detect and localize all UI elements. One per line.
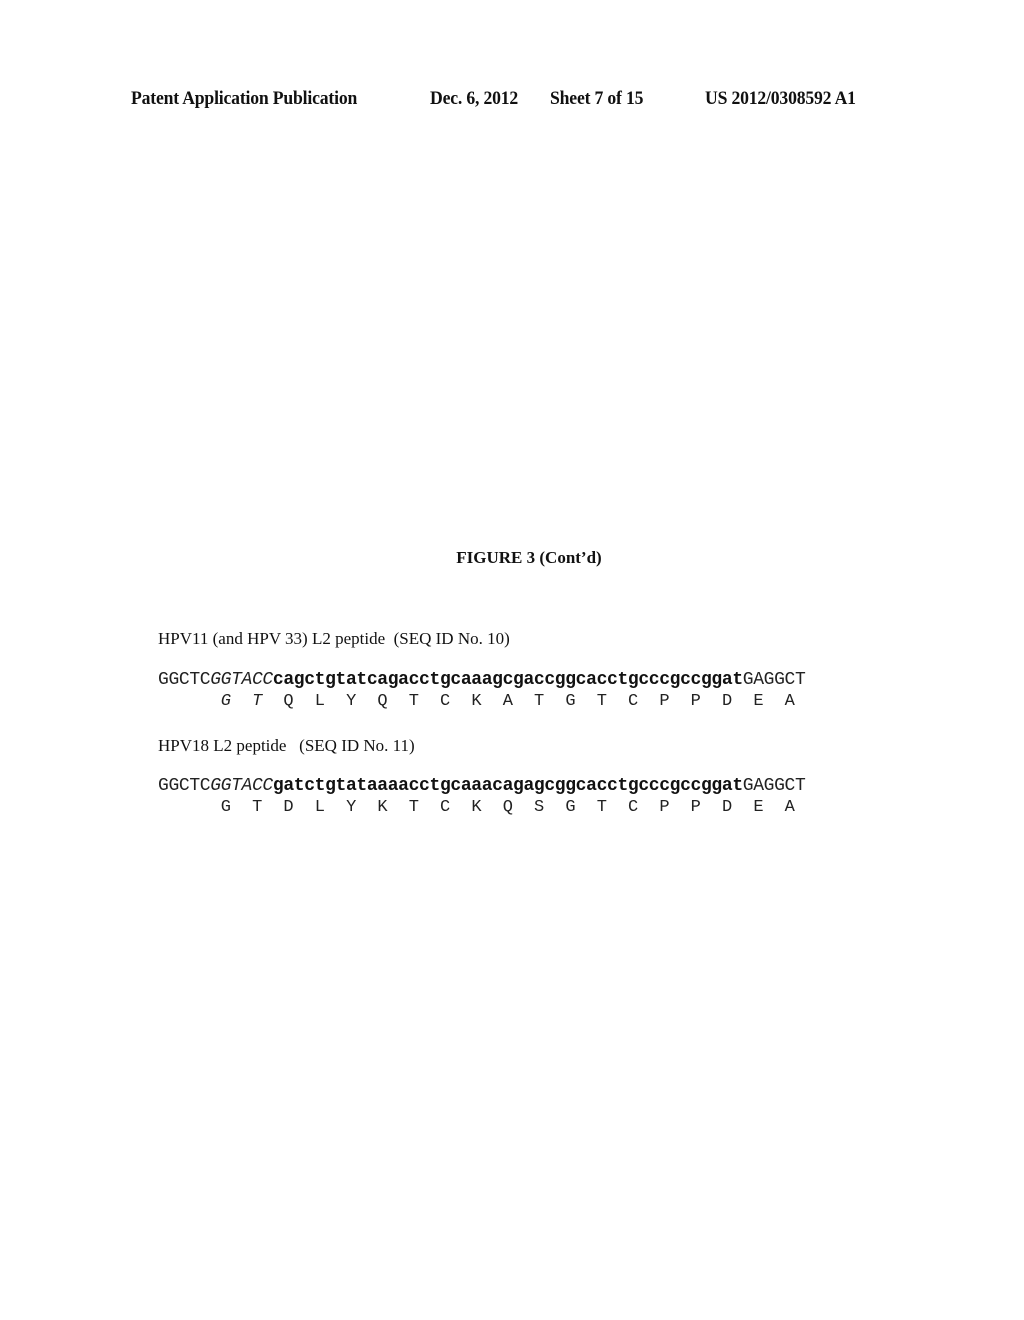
amino-acid-residue: P (690, 692, 701, 711)
amino-acid-residue: S (534, 798, 545, 817)
amino-acid-residue: G (220, 692, 231, 711)
amino-acid-residue: K (471, 692, 482, 711)
amino-acid-residue: C (628, 798, 639, 817)
publication-date: Dec. 6, 2012 (430, 88, 519, 109)
dna-prefix: GGCTC (158, 670, 211, 690)
amino-acid-residue: T (408, 692, 419, 711)
amino-acid-residue: P (690, 798, 701, 817)
amino-acid-residue: P (659, 798, 670, 817)
amino-acid-residue: E (753, 798, 764, 817)
restriction-site: GGTACC (210, 776, 273, 796)
amino-acid-residue: E (753, 692, 764, 711)
amino-acid-residue: K (471, 798, 482, 817)
dna-insert: cagctgtatcagacctgcaaagcgaccggcacctgcccgc… (272, 670, 743, 690)
amino-acid-residue: T (596, 798, 607, 817)
amino-acid-residue: L (314, 798, 325, 817)
restriction-site: GGTACC (210, 670, 273, 690)
amino-acid-residue: Y (346, 692, 357, 711)
page-header: Patent Application Publication Dec. 6, 2… (0, 88, 1024, 114)
amino-acid-residue: Q (377, 692, 388, 711)
dna-prefix: GGCTC (158, 776, 211, 796)
dna-sequence: GGCTCGGTACCcagctgtatcagacctgcaaagcgaccgg… (158, 670, 806, 690)
amino-acid-residue: Q (283, 692, 294, 711)
amino-acid-residue: A (784, 692, 795, 711)
patent-number: US 2012/0308592 A1 (705, 88, 856, 109)
amino-acid-residue: D (721, 692, 733, 711)
dna-sequence: GGCTCGGTACCgatctgtataaaacctgcaaacagagcgg… (158, 776, 806, 796)
amino-acid-residue: G (565, 692, 576, 711)
amino-acid-residue: T (408, 798, 419, 817)
amino-acid-residue: Y (346, 798, 357, 817)
amino-acid-residue: C (440, 692, 451, 711)
figure-title: FIGURE 3 (Cont’d) (456, 548, 602, 567)
amino-acid-residue: Q (502, 798, 513, 817)
publication-type: Patent Application Publication (131, 88, 358, 109)
dna-insert: gatctgtataaaacctgcaaacagagcggcacctgcccgc… (272, 776, 743, 796)
sequence-label: HPV18 L2 peptide (SEQ ID No. 11) (158, 736, 415, 755)
amino-acid-residue: C (628, 692, 639, 711)
amino-acid-residue: P (659, 692, 670, 711)
amino-acid-residue: G (220, 798, 231, 817)
amino-acid-residue: D (721, 798, 733, 817)
sheet-number: Sheet 7 of 15 (550, 88, 644, 109)
dna-suffix: GAGGCT (742, 670, 806, 690)
amino-acid-residue: G (565, 798, 576, 817)
amino-acid-residue: L (314, 692, 325, 711)
sequence-label: HPV11 (and HPV 33) L2 peptide (SEQ ID No… (158, 629, 510, 648)
amino-acid-residue: A (502, 692, 513, 711)
amino-acid-residue: K (377, 798, 388, 817)
amino-acid-residue: T (596, 692, 607, 711)
peptide-translation: GTQLYQTCKATGTCPPDEA (0, 692, 1024, 714)
amino-acid-residue: T (534, 692, 545, 711)
amino-acid-residue: D (283, 798, 294, 817)
amino-acid-residue: A (784, 798, 795, 817)
dna-suffix: GAGGCT (742, 776, 806, 796)
amino-acid-residue: T (252, 692, 263, 711)
amino-acid-residue: C (440, 798, 451, 817)
peptide-translation: GTDLYKTCKQSGTCPPDEA (0, 798, 1024, 820)
amino-acid-residue: T (252, 798, 263, 817)
